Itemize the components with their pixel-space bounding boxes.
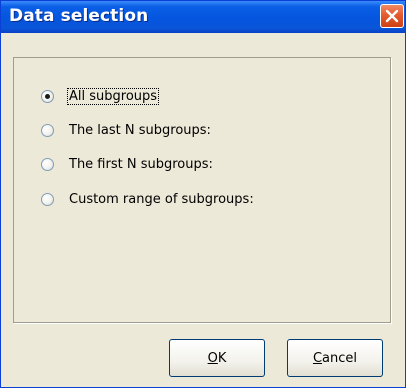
option-last-n-subgroups[interactable]: The last N subgroups: (41, 120, 212, 140)
option-first-n-subgroups[interactable]: The first N subgroups: (41, 154, 214, 174)
option-custom-range[interactable]: Custom range of subgroups: (41, 189, 255, 209)
cancel-mnemonic: C (312, 350, 323, 366)
cancel-button[interactable]: Cancel (287, 339, 383, 377)
close-icon (385, 9, 399, 23)
radio-last-n-subgroups[interactable] (41, 123, 54, 137)
ok-button[interactable]: OK (169, 339, 265, 377)
option-label: The first N subgroups: (69, 156, 213, 172)
option-label: All subgroups (66, 87, 160, 105)
radio-all-subgroups[interactable] (41, 89, 54, 103)
window-title: Data selection (9, 6, 149, 26)
ok-mnemonic: O (207, 350, 218, 366)
radio-first-n-subgroups[interactable] (41, 157, 54, 171)
title-bar: Data selection (1, 1, 405, 33)
close-button[interactable] (380, 4, 404, 28)
option-label: Custom range of subgroups: (69, 191, 254, 207)
option-all-subgroups[interactable]: All subgroups (41, 86, 160, 106)
radio-selected-dot (45, 93, 50, 99)
option-label: The last N subgroups: (69, 122, 211, 138)
data-selection-dialog: Data selection All subgroups The last N … (0, 0, 406, 388)
ok-label-rest: K (217, 350, 227, 366)
radio-custom-range[interactable] (41, 192, 54, 206)
cancel-label-rest: ancel (322, 350, 358, 366)
